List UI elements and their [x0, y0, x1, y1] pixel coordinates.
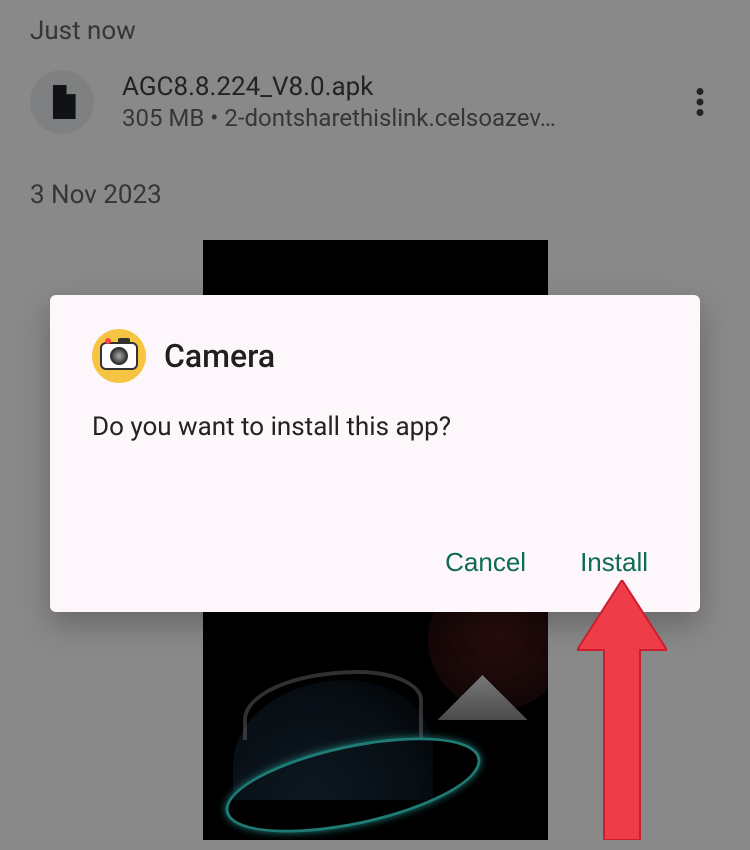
dialog-actions: Cancel Install [92, 541, 658, 584]
install-dialog: Camera Do you want to install this app? … [50, 295, 700, 612]
install-button[interactable]: Install [576, 541, 652, 584]
dialog-message: Do you want to install this app? [92, 409, 658, 445]
annotation-arrow-icon [577, 580, 667, 840]
dialog-header: Camera [92, 329, 658, 383]
dialog-title: Camera [164, 337, 275, 375]
camera-app-icon [92, 329, 146, 383]
cancel-button[interactable]: Cancel [441, 541, 530, 584]
